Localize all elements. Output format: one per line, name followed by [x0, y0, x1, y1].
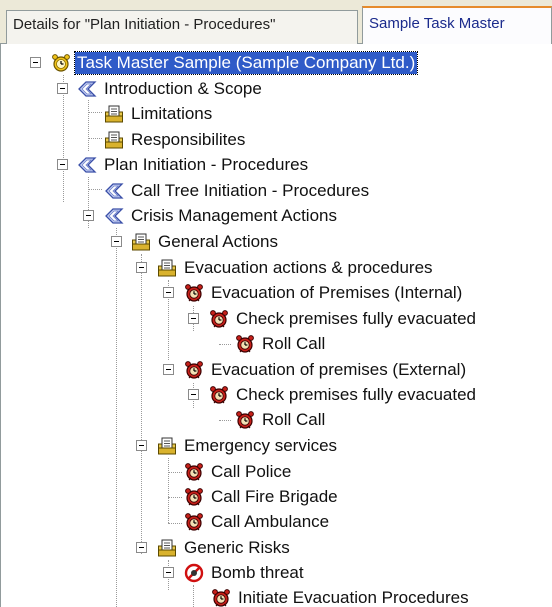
tree-node-call-fire[interactable]: Call Fire Brigade: [1, 485, 552, 509]
tree-node-responsibilities[interactable]: Responsibilites: [1, 128, 552, 152]
folder-document-icon: [157, 538, 177, 558]
collapse-toggle[interactable]: [163, 364, 174, 375]
red-alarm-clock-icon: [184, 512, 204, 532]
tree-node-call-ambulance[interactable]: Call Ambulance: [1, 510, 552, 534]
tree-node-call-tree[interactable]: Call Tree Initiation - Procedures: [1, 179, 552, 203]
tree-node-initiate-evac[interactable]: Initiate Evacuation Procedures: [1, 586, 552, 607]
tree-node-label[interactable]: Call Ambulance: [209, 511, 331, 533]
red-alarm-clock-icon: [211, 588, 231, 607]
tree-node-label[interactable]: Roll Call: [260, 409, 327, 431]
tree-node-root[interactable]: Task Master Sample (Sample Company Ltd.): [1, 51, 552, 75]
diamond-tag-icon: [104, 206, 124, 226]
red-alarm-clock-icon: [209, 309, 229, 329]
red-alarm-clock-icon: [184, 462, 204, 482]
tree-node-general-actions[interactable]: General Actions: [1, 230, 552, 254]
collapse-toggle[interactable]: [57, 159, 68, 170]
tree-node-label[interactable]: Crisis Management Actions: [129, 205, 339, 227]
tree-node-label[interactable]: Emergency services: [182, 435, 339, 457]
tab-details[interactable]: Details for "Plan Initiation - Procedure…: [6, 10, 358, 44]
red-alarm-clock-icon: [184, 360, 204, 380]
red-no-symbol-icon: [184, 563, 204, 583]
collapse-toggle[interactable]: [83, 210, 94, 221]
collapse-toggle[interactable]: [136, 542, 147, 553]
tree-node-label[interactable]: Plan Initiation - Procedures: [102, 154, 310, 176]
folder-document-icon: [104, 104, 124, 124]
tree-node-label[interactable]: General Actions: [156, 231, 280, 253]
folder-document-icon: [131, 232, 151, 252]
collapse-toggle[interactable]: [163, 567, 174, 578]
tree-node-label[interactable]: Evacuation of premises (External): [209, 359, 468, 381]
tab-strip: Details for "Plan Initiation - Procedure…: [0, 0, 552, 45]
tree-node-label[interactable]: Evacuation of Premises (Internal): [209, 282, 464, 304]
red-alarm-clock-icon: [184, 487, 204, 507]
collapse-toggle[interactable]: [111, 236, 122, 247]
folder-document-icon: [157, 258, 177, 278]
tree-node-label[interactable]: Check premises fully evacuated: [234, 308, 478, 330]
tree-node-label[interactable]: Responsibilites: [129, 129, 247, 151]
collapse-toggle[interactable]: [136, 262, 147, 273]
tree-node-label[interactable]: Initiate Evacuation Procedures: [236, 587, 471, 607]
diamond-tag-icon: [104, 181, 124, 201]
tree-node-generic-risks[interactable]: Generic Risks: [1, 536, 552, 560]
red-alarm-clock-icon: [184, 283, 204, 303]
tree-node-evacuation-actions[interactable]: Evacuation actions & procedures: [1, 256, 552, 280]
tab-sample-task-master[interactable]: Sample Task Master: [362, 6, 552, 45]
tree-node-evac-internal[interactable]: Evacuation of Premises (Internal): [1, 281, 552, 305]
tree-node-introduction[interactable]: Introduction & Scope: [1, 77, 552, 101]
tree-node-label[interactable]: Call Tree Initiation - Procedures: [129, 180, 371, 202]
tree-node-check-internal[interactable]: Check premises fully evacuated: [1, 307, 552, 331]
collapse-toggle[interactable]: [188, 313, 199, 324]
collapse-toggle[interactable]: [163, 287, 174, 298]
tree-node-label[interactable]: Task Master Sample (Sample Company Ltd.): [73, 51, 419, 75]
tree-node-roll-call-internal[interactable]: Roll Call: [1, 332, 552, 356]
tree-node-emergency-services[interactable]: Emergency services: [1, 434, 552, 458]
collapse-toggle[interactable]: [57, 83, 68, 94]
task-tree[interactable]: Task Master Sample (Sample Company Ltd.)…: [0, 44, 552, 607]
collapse-toggle[interactable]: [136, 440, 147, 451]
tree-node-evac-external[interactable]: Evacuation of premises (External): [1, 358, 552, 382]
folder-document-icon: [157, 436, 177, 456]
folder-document-icon: [104, 130, 124, 150]
red-alarm-clock-icon: [209, 385, 229, 405]
diamond-tag-icon: [77, 79, 97, 99]
tree-node-crisis-actions[interactable]: Crisis Management Actions: [1, 204, 552, 228]
tree-node-label[interactable]: Introduction & Scope: [102, 78, 264, 100]
tree-node-plan-initiation[interactable]: Plan Initiation - Procedures: [1, 153, 552, 177]
tree-node-limitations[interactable]: Limitations: [1, 102, 552, 126]
collapse-toggle[interactable]: [30, 57, 41, 68]
tree-node-label[interactable]: Bomb threat: [209, 562, 306, 584]
tree-node-check-external[interactable]: Check premises fully evacuated: [1, 383, 552, 407]
diamond-tag-icon: [77, 155, 97, 175]
tree-node-bomb-threat[interactable]: Bomb threat: [1, 561, 552, 585]
tree-node-label[interactable]: Call Police: [209, 461, 293, 483]
tree-node-label[interactable]: Evacuation actions & procedures: [182, 257, 435, 279]
tree-node-label[interactable]: Call Fire Brigade: [209, 486, 340, 508]
tree-node-call-police[interactable]: Call Police: [1, 460, 552, 484]
collapse-toggle[interactable]: [188, 389, 199, 400]
red-alarm-clock-icon: [235, 334, 255, 354]
red-alarm-clock-icon: [235, 410, 255, 430]
tree-node-roll-call-external[interactable]: Roll Call: [1, 408, 552, 432]
tree-node-label[interactable]: Limitations: [129, 103, 214, 125]
tree-node-label[interactable]: Generic Risks: [182, 537, 292, 559]
tree-node-label[interactable]: Roll Call: [260, 333, 327, 355]
alarm-clock-gold-icon: [51, 53, 71, 73]
tree-node-label[interactable]: Check premises fully evacuated: [234, 384, 478, 406]
